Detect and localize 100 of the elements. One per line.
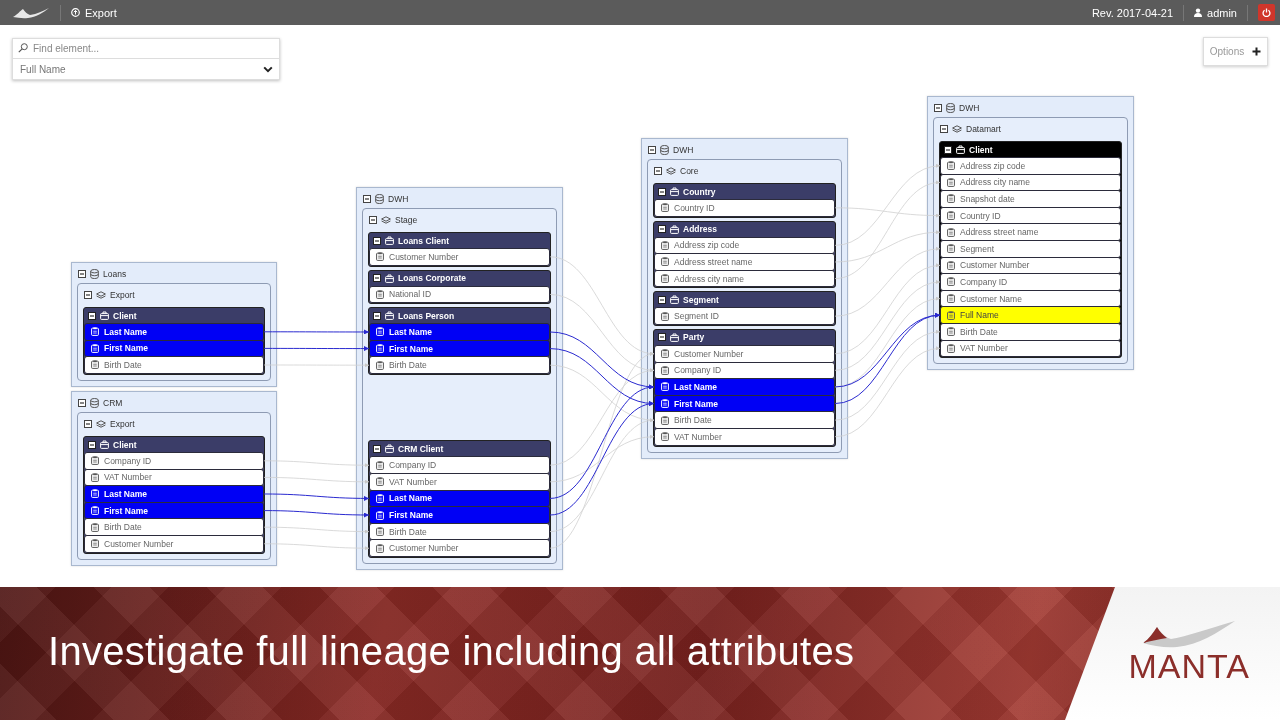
collapse-icon[interactable] — [88, 440, 96, 449]
clipboard-icon — [947, 194, 955, 204]
column-item[interactable]: Birth Date — [369, 356, 550, 374]
collapse-icon[interactable] — [373, 444, 381, 453]
collapse-icon[interactable] — [373, 311, 381, 320]
collapse-icon[interactable] — [944, 145, 952, 154]
column-item[interactable]: First Name — [369, 506, 550, 524]
clipboard-icon — [947, 277, 955, 287]
clipboard-icon — [376, 289, 384, 299]
clipboard-icon — [947, 343, 955, 353]
database-icon — [946, 103, 955, 113]
column-item[interactable]: Birth Date — [84, 518, 264, 536]
collapse-icon[interactable] — [78, 399, 86, 407]
banner-caption: Investigate full lineage including all attributes — [48, 629, 855, 674]
collapse-icon[interactable] — [373, 274, 381, 283]
collapse-icon[interactable] — [88, 311, 96, 320]
column-item[interactable]: Customer Number — [369, 248, 550, 266]
clipboard-icon — [91, 522, 99, 532]
column-item[interactable]: Last Name — [654, 378, 835, 396]
collapse-icon[interactable] — [658, 295, 666, 304]
plus-icon — [1252, 47, 1262, 56]
collapse-icon[interactable] — [369, 216, 377, 224]
column-item[interactable]: National ID — [369, 285, 550, 304]
user-menu[interactable]: admin — [1194, 6, 1237, 19]
filter-dropdown[interactable]: Full Name — [12, 59, 280, 80]
clipboard-icon — [661, 365, 669, 375]
column-item[interactable]: Customer Number — [369, 539, 550, 557]
column-item[interactable]: Full Name — [940, 306, 1121, 324]
clipboard-icon — [661, 349, 669, 359]
column-item[interactable]: Last Name — [84, 323, 264, 341]
column-item[interactable]: Company ID — [369, 456, 550, 475]
power-button[interactable] — [1258, 4, 1275, 21]
clipboard-icon — [947, 161, 955, 171]
layers-icon — [96, 291, 106, 299]
column-item[interactable]: Company ID — [940, 273, 1121, 291]
database-icon — [375, 194, 384, 204]
collapse-icon[interactable] — [934, 104, 942, 112]
logo-icon — [12, 6, 50, 19]
clipboard-icon — [376, 252, 384, 262]
column-item[interactable]: Segment ID — [654, 307, 835, 325]
column-item[interactable]: Last Name — [369, 323, 550, 341]
table-title: CRM Client — [398, 443, 444, 454]
database-icon — [90, 398, 99, 408]
export-menu[interactable]: Export — [71, 6, 117, 19]
clipboard-icon — [376, 327, 384, 337]
column-item[interactable]: Address zip code — [940, 157, 1121, 175]
collapse-icon[interactable] — [363, 195, 371, 203]
table-title: Segment — [683, 294, 719, 305]
export-icon — [71, 8, 80, 17]
column-item[interactable]: Address zip code — [654, 236, 835, 255]
clipboard-icon — [661, 415, 669, 425]
collapse-icon[interactable] — [78, 270, 86, 278]
collapse-icon[interactable] — [658, 187, 666, 196]
clipboard-icon — [91, 472, 99, 482]
column-item[interactable]: Country ID — [654, 199, 835, 217]
clipboard-icon — [661, 274, 669, 284]
column-item[interactable]: Company ID — [84, 452, 264, 470]
column-item[interactable]: Birth Date — [654, 411, 835, 429]
collapse-icon[interactable] — [654, 167, 662, 175]
clipboard-icon — [91, 539, 99, 549]
column-item[interactable]: VAT Number — [369, 473, 550, 491]
database-title: Loans — [103, 269, 127, 279]
briefcase-icon — [385, 311, 394, 321]
clipboard-icon — [91, 327, 99, 337]
clipboard-icon — [91, 456, 99, 466]
briefcase-icon — [385, 236, 394, 245]
clipboard-icon — [376, 493, 384, 503]
search-field[interactable]: Find element... — [12, 38, 280, 59]
database-title: DWH — [673, 145, 694, 155]
column-item[interactable]: Last Name — [84, 485, 264, 503]
schema-title: Export — [110, 290, 135, 300]
clipboard-icon — [947, 294, 955, 304]
layers-icon — [952, 125, 962, 133]
user-icon — [1194, 8, 1203, 17]
revision-label: Rev. 2017-04-21 — [1091, 6, 1174, 19]
clipboard-icon — [947, 211, 955, 221]
database-title: CRM — [103, 398, 123, 408]
clipboard-icon — [91, 343, 99, 353]
collapse-icon[interactable] — [648, 146, 656, 154]
power-icon — [1262, 8, 1271, 17]
clipboard-icon — [661, 432, 669, 442]
column-item[interactable]: Address street name — [940, 223, 1121, 241]
collapse-icon[interactable] — [658, 225, 666, 234]
collapse-icon[interactable] — [373, 236, 381, 245]
clipboard-icon — [376, 510, 384, 520]
database-title: DWH — [388, 194, 409, 204]
table-title: Address — [683, 224, 717, 235]
collapse-icon[interactable] — [658, 333, 666, 342]
table-title: Country — [683, 186, 716, 197]
database-icon — [90, 269, 99, 279]
column-item[interactable]: Address street name — [654, 253, 835, 271]
table-title: Client — [113, 439, 137, 450]
collapse-icon[interactable] — [84, 420, 92, 428]
column-item[interactable]: Snapshot date — [940, 190, 1121, 208]
search-icon — [18, 43, 28, 53]
collapse-icon[interactable] — [940, 125, 948, 133]
column-item[interactable]: Customer Number — [654, 344, 835, 363]
briefcase-icon — [670, 332, 679, 342]
collapse-icon[interactable] — [84, 291, 92, 299]
column-item[interactable]: Birth Date — [84, 356, 264, 374]
